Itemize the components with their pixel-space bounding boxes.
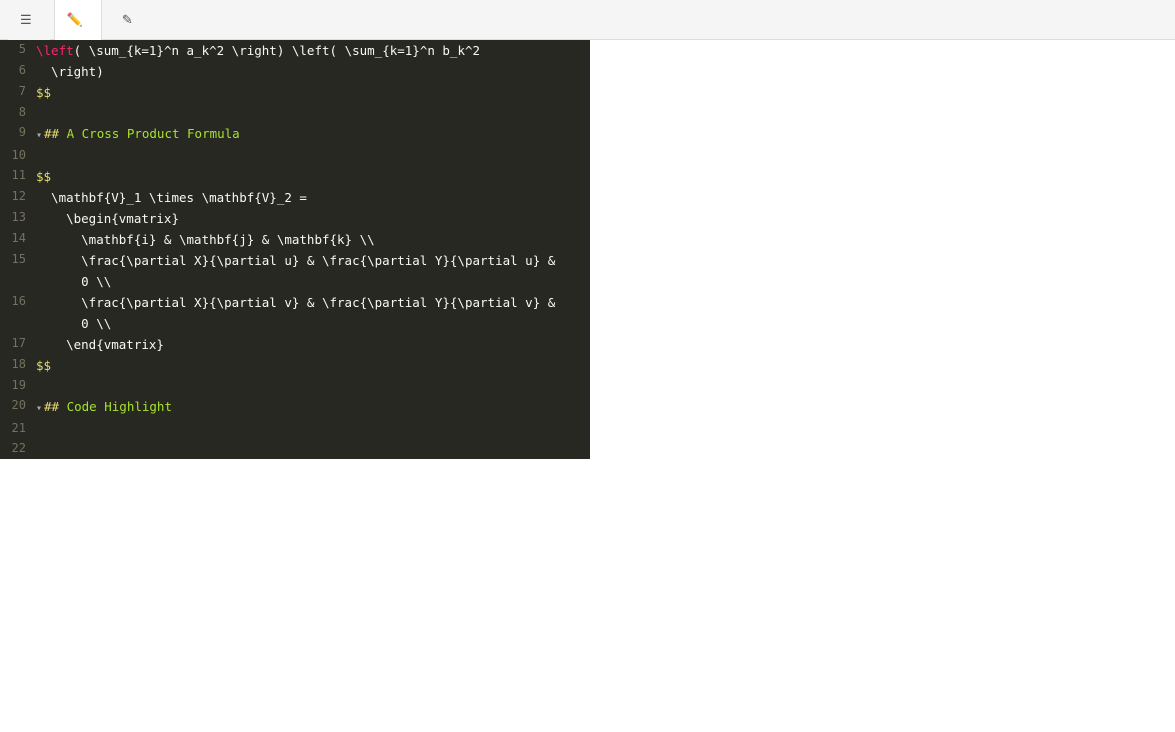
- table-row: 21: [0, 419, 590, 439]
- edit-icon: ✏️: [67, 12, 83, 28]
- table-row: 20 ▾## Code Highlight: [0, 396, 590, 419]
- topbar: ☰ ✏️ ✎: [0, 0, 1175, 40]
- table-row: 9 ▾## A Cross Product Formula: [0, 123, 590, 146]
- table-row: 6 \right): [0, 61, 590, 82]
- table-row: 0 \\: [0, 313, 590, 334]
- table-row: 8: [0, 103, 590, 123]
- table-row: 19: [0, 376, 590, 396]
- tab-edit[interactable]: ✏️: [54, 0, 102, 40]
- table-row: 5 \left( \sum_{k=1}^n a_k^2 \right) \lef…: [0, 40, 590, 61]
- table-row: 11 $$: [0, 166, 590, 187]
- table-row: 17 \end{vmatrix}: [0, 334, 590, 355]
- tab-list[interactable]: ☰: [8, 0, 50, 40]
- table-row: 14 \mathbf{i} & \mathbf{j} & \mathbf{k} …: [0, 229, 590, 250]
- main-content: 5 \left( \sum_{k=1}^n a_k^2 \right) \lef…: [0, 40, 1175, 732]
- editor-wrapper: 5 \left( \sum_{k=1}^n a_k^2 \right) \lef…: [0, 40, 590, 732]
- table-row: 13 \begin{vmatrix}: [0, 208, 590, 229]
- table-row: 18 $$: [0, 355, 590, 376]
- table-row: 7 $$: [0, 82, 590, 103]
- table-row: 0 \\: [0, 271, 590, 292]
- table-row: 22: [0, 439, 590, 459]
- breadcrumb-edit-icon[interactable]: ✎: [122, 12, 133, 28]
- breadcrumb: ✎: [114, 12, 145, 28]
- editor-lines[interactable]: 5 \left( \sum_{k=1}^n a_k^2 \right) \lef…: [0, 40, 590, 459]
- table-row: 16 \frac{\partial X}{\partial v} & \frac…: [0, 292, 590, 313]
- table-row: 10: [0, 146, 590, 166]
- list-icon: ☰: [20, 12, 32, 28]
- editor-pane[interactable]: 5 \left( \sum_{k=1}^n a_k^2 \right) \lef…: [0, 40, 590, 732]
- table-row: 12 \mathbf{V}_1 \times \mathbf{V}_2 =: [0, 187, 590, 208]
- table-row: 15 \frac{\partial X}{\partial u} & \frac…: [0, 250, 590, 271]
